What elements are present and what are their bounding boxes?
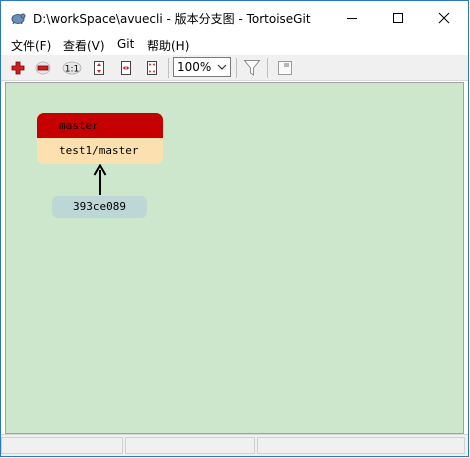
fit-width-button[interactable] <box>117 59 135 76</box>
menu-file[interactable]: 文件(F) <box>11 37 51 54</box>
branch-ref-label: master <box>59 119 99 132</box>
close-icon <box>438 12 450 24</box>
revision-graph-canvas[interactable]: master test1/master 393ce089 <box>5 82 464 434</box>
status-bar <box>1 434 468 456</box>
toolbar: 1:1 100% <box>1 55 468 81</box>
zoom-level-value: 100% <box>177 60 212 74</box>
menu-help[interactable]: 帮助(H) <box>147 37 189 54</box>
toolbar-separator <box>267 58 268 78</box>
fit-height-button[interactable] <box>90 59 108 76</box>
branch-head-ref[interactable]: master <box>37 113 163 138</box>
branch-node[interactable]: master test1/master <box>37 113 163 164</box>
toolbar-separator <box>236 58 237 78</box>
zoom-out-icon <box>35 61 51 74</box>
menu-git[interactable]: Git <box>117 37 134 51</box>
title-bar[interactable]: D:\workSpace\avuecli - 版本分支图 - TortoiseG… <box>1 1 468 35</box>
fit-window-button[interactable] <box>143 59 161 76</box>
commit-hash: 393ce089 <box>73 200 126 213</box>
zoom-in-button[interactable] <box>9 59 27 76</box>
window-title: D:\workSpace\avuecli - 版本分支图 - TortoiseG… <box>33 12 311 26</box>
menu-view[interactable]: 查看(V) <box>63 37 105 54</box>
overview-button[interactable] <box>276 59 294 76</box>
actual-size-button[interactable]: 1:1 <box>61 59 83 76</box>
toolbar-separator <box>168 58 169 78</box>
close-button[interactable] <box>421 1 467 35</box>
zoom-level-select[interactable]: 100% <box>173 57 231 77</box>
tortoisegit-icon <box>10 11 26 25</box>
zoom-out-button[interactable] <box>34 59 52 76</box>
fit-height-icon <box>94 60 104 75</box>
remote-ref-label: test1/master <box>59 144 139 157</box>
arrow-up-icon <box>93 164 107 195</box>
minimize-button[interactable] <box>329 1 375 35</box>
fit-width-icon <box>121 60 131 75</box>
status-cell <box>257 437 465 454</box>
zoom-in-icon <box>11 61 25 74</box>
actual-size-icon: 1:1 <box>62 61 82 74</box>
maximize-button[interactable] <box>375 1 421 35</box>
menu-bar: 文件(F) 查看(V) Git 帮助(H) <box>1 35 468 55</box>
svg-text:1:1: 1:1 <box>65 64 79 74</box>
fit-window-icon <box>147 60 157 75</box>
overview-icon <box>278 60 292 75</box>
minimize-icon <box>347 18 357 19</box>
maximize-icon <box>393 13 403 23</box>
filter-icon <box>243 59 261 76</box>
status-cell <box>1 437 123 454</box>
status-cell <box>125 437 255 454</box>
commit-node[interactable]: 393ce089 <box>52 196 147 218</box>
filter-button[interactable] <box>243 59 261 76</box>
remote-branch-ref[interactable]: test1/master <box>37 138 163 164</box>
chevron-down-icon <box>217 64 227 70</box>
tortoisegit-revision-graph-window: D:\workSpace\avuecli - 版本分支图 - TortoiseG… <box>0 0 469 457</box>
